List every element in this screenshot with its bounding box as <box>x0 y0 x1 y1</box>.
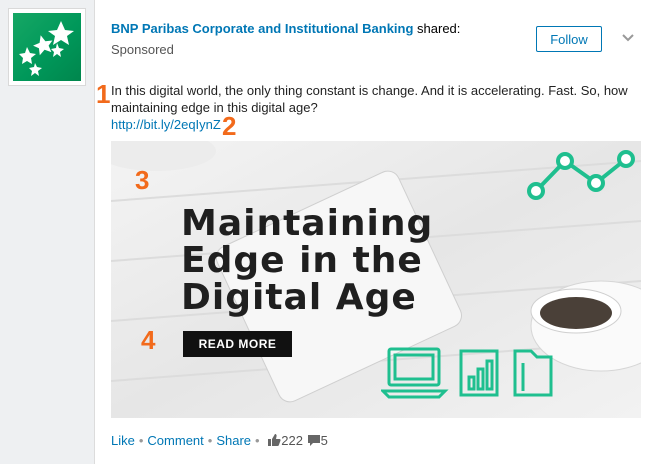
follow-button[interactable]: Follow <box>536 26 602 52</box>
ad-headline: Maintaining Edge in the Digital Age <box>181 205 433 316</box>
annotation-marker-4: 4 <box>141 325 156 355</box>
sponsored-label: Sponsored <box>111 42 174 57</box>
post-link[interactable]: http://bit.ly/2eqIynZ <box>111 117 221 132</box>
comment-bubble-icon[interactable] <box>307 433 321 447</box>
separator-dot: • <box>255 433 260 448</box>
ad-headline-line-2: Edge in the <box>181 240 423 281</box>
annotation-marker-1: 1 <box>96 79 111 109</box>
comments-count[interactable]: 5 <box>321 433 328 448</box>
digital-devices-icon <box>381 347 553 399</box>
chevron-down-icon[interactable] <box>621 30 635 44</box>
annotation-marker-2: 2 <box>222 111 237 141</box>
ad-headline-line-1: Maintaining <box>181 203 434 244</box>
bnp-stars-logo-icon <box>13 13 81 81</box>
separator-dot: • <box>138 433 144 448</box>
sponsored-post-card: BNP Paribas Corporate and Institutional … <box>94 0 664 464</box>
social-actions-bar: Like • Comment • Share • 222 5 <box>111 433 328 448</box>
post-text: In this digital world, the only thing co… <box>111 83 628 115</box>
shared-text: shared: <box>413 21 461 36</box>
share-link[interactable]: Share <box>216 433 251 448</box>
ad-headline-line-3: Digital Age <box>181 277 417 318</box>
like-link[interactable]: Like <box>111 433 135 448</box>
trend-line-icon <box>527 150 635 200</box>
likes-count[interactable]: 222 <box>281 433 303 448</box>
thumbs-up-icon[interactable] <box>267 433 281 447</box>
ad-image[interactable]: Maintaining Edge in the Digital Age READ… <box>111 141 641 418</box>
separator-dot: • <box>207 433 213 448</box>
annotation-marker-3: 3 <box>135 165 150 195</box>
comment-link[interactable]: Comment <box>147 433 203 448</box>
company-logo[interactable] <box>8 8 86 86</box>
company-name-link[interactable]: BNP Paribas Corporate and Institutional … <box>111 21 413 36</box>
read-more-button[interactable]: READ MORE <box>183 331 292 357</box>
post-header: BNP Paribas Corporate and Institutional … <box>111 21 460 36</box>
